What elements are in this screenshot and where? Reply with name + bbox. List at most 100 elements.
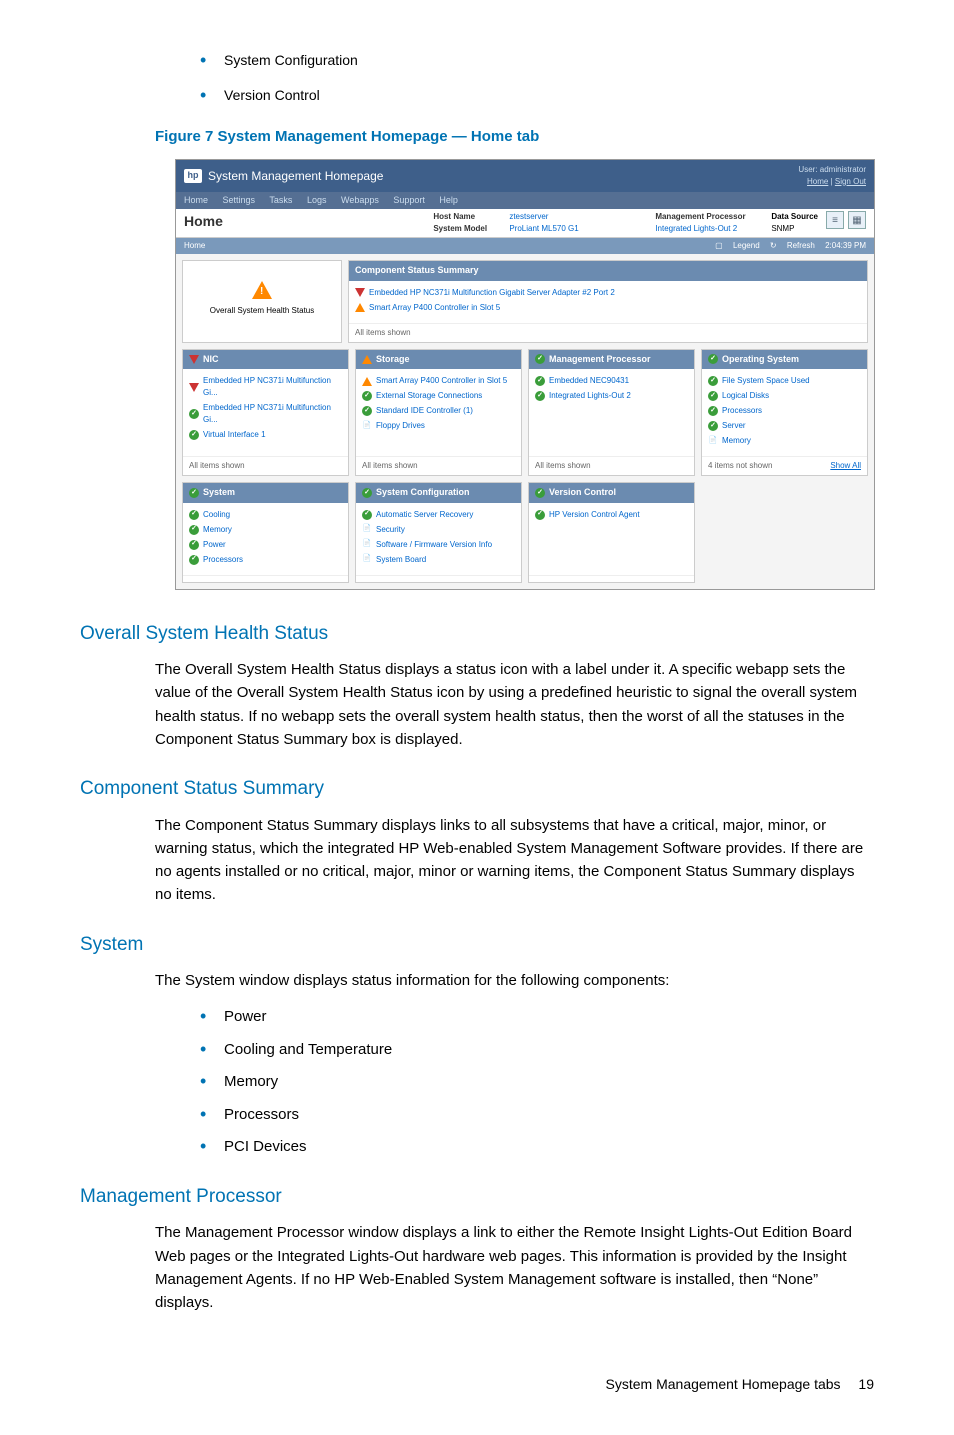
menu-tasks[interactable]: Tasks [269,195,292,205]
panel-item[interactable]: ✓Cooling [189,509,342,521]
refresh-link[interactable]: ↻ Refresh [770,241,815,250]
list-item: Processors [200,1104,894,1127]
panel-item[interactable]: Smart Array P400 Controller in Slot 5 [362,375,515,387]
panel-item-label: Floppy Drives [376,420,425,432]
panel-item[interactable]: 📄 Floppy Drives [362,420,515,432]
section-para-system: The System window displays status inform… [155,969,874,992]
critical-icon [189,383,199,392]
critical-icon [189,355,199,364]
page-title: Home [184,211,433,232]
ok-icon: ✓ [362,391,372,401]
panel-item[interactable]: ✓ External Storage Connections [362,390,515,402]
panel-footer-text: 4 items not shown [708,460,772,472]
panel-item-label: Integrated Lights-Out 2 [549,390,631,402]
summary-item[interactable]: Embedded HP NC371i Multifunction Gigabit… [355,287,861,299]
home-link[interactable]: Home [807,177,828,186]
section-title-system: System [80,931,894,960]
user-info: User: administrator Home | Sign Out [798,164,866,188]
menu-webapps[interactable]: Webapps [341,195,379,205]
panel-version-control: ✓Version Control ✓HP Version Control Agen… [528,482,695,583]
figure-caption: Figure 7 System Management Homepage — Ho… [155,126,894,149]
warning-icon [355,303,365,312]
panel-nic: NIC Embedded HP NC371i Multifunction Gi..… [182,349,349,477]
mgmt-proc-value[interactable]: Integrated Lights-Out 2 [655,223,765,235]
panel-item[interactable]: ✓File System Space Used [708,375,861,387]
panel-item[interactable]: 📄Software / Firmware Version Info [362,539,515,551]
ok-icon: ✓ [708,421,718,431]
show-all-link[interactable]: Show All [830,460,861,472]
footer-text: System Management Homepage tabs [606,1376,841,1392]
panel-footer-text: All items shown [362,460,418,472]
page-header: Home Host Name ztestserver Management Pr… [176,209,874,238]
menu-settings[interactable]: Settings [223,195,256,205]
panel-item[interactable]: ✓Memory [189,524,342,536]
doc-icon: 📄 [362,555,372,565]
panel-item-label: Memory [722,435,751,447]
menu-help[interactable]: Help [439,195,458,205]
warning-icon [362,377,372,386]
panel-item[interactable]: ✓Automatic Server Recovery [362,509,515,521]
panel-item[interactable]: 📄 System Board [362,554,515,566]
panel-item-label: System Board [376,554,426,566]
legend-link[interactable]: ▢ Legend [715,241,759,250]
panel-item[interactable]: ✓Server [708,420,861,432]
warning-icon [252,281,272,299]
summary-item[interactable]: Smart Array P400 Controller in Slot 5 [355,302,861,314]
overall-health-box: Overall System Health Status [182,260,342,343]
signout-link[interactable]: Sign Out [835,177,866,186]
panel-item[interactable]: ✓Standard IDE Controller (1) [362,405,515,417]
view-list-icon[interactable]: ≡ [826,211,844,229]
panel-item-label: External Storage Connections [376,390,482,402]
panel-item[interactable]: ✓Power [189,539,342,551]
system-model-value: ProLiant ML570 G1 [509,223,649,235]
panel-item-label: Processors [203,554,243,566]
ok-icon: ✓ [708,406,718,416]
ok-icon: ✓ [189,510,199,520]
section-title-css: Component Status Summary [80,775,894,804]
panel-item[interactable]: ✓ Processors [708,405,861,417]
ok-icon: ✓ [535,510,545,520]
list-item: Cooling and Temperature [200,1039,894,1062]
data-source-label: Data Source [771,211,818,223]
component-status-summary-box: Component Status Summary Embedded HP NC3… [348,260,868,343]
panel-system-configuration: ✓System Configuration✓Automatic Server R… [355,482,522,583]
panel-item[interactable]: ✓ Integrated Lights-Out 2 [535,390,688,402]
app-title: System Management Homepage [208,167,383,185]
panel-header: NIC [183,350,348,370]
panel-item[interactable]: ✓Logical Disks [708,390,861,402]
panel-item[interactable]: Embedded HP NC371i Multifunction Gi... [189,375,342,399]
panel-item[interactable]: 📄Security [362,524,515,536]
ok-icon: ✓ [362,488,372,498]
ok-icon: ✓ [189,525,199,535]
app-titlebar: hp System Management Homepage User: admi… [176,160,874,192]
panel-item-label: Smart Array P400 Controller in Slot 5 [376,375,507,387]
menu-home[interactable]: Home [184,195,208,205]
ok-icon: ✓ [708,354,718,364]
intro-list: System Configuration Version Control [200,50,894,106]
panel-item-label: Processors [722,405,762,417]
panel-item[interactable]: 📄Memory [708,435,861,447]
intro-item: Version Control [200,85,894,106]
ok-icon: ✓ [535,391,545,401]
doc-icon: 📄 [362,421,372,431]
menu-logs[interactable]: Logs [307,195,327,205]
panel-item[interactable]: ✓Embedded HP NC371i Multifunction Gi... [189,402,342,426]
panel-item-label: Embedded NEC90431 [549,375,629,387]
summary-item-label: Embedded HP NC371i Multifunction Gigabit… [369,287,615,299]
panel-item-label: Logical Disks [722,390,769,402]
panel-item[interactable]: ✓Processors [189,554,342,566]
panel-item[interactable]: ✓HP Version Control Agent [535,509,688,521]
data-source: Data Source SNMP [771,211,818,235]
panel-system: ✓System✓Cooling✓Memory✓Power✓Processors [182,482,349,583]
view-grid-icon[interactable]: ▦ [848,211,866,229]
system-model-label: System Model [433,223,503,235]
panel-item-label: Power [203,539,226,551]
menu-support[interactable]: Support [393,195,425,205]
panel-item[interactable]: ✓Embedded NEC90431 [535,375,688,387]
overall-health-label: Overall System Health Status [191,305,333,317]
breadcrumb-bar: Home ▢ Legend ↻ Refresh 2:04:39 PM [176,238,874,254]
panel-item[interactable]: ✓Virtual Interface 1 [189,429,342,441]
panel-header: Storage [356,350,521,370]
time-label: 2:04:39 PM [825,241,866,250]
panel-header: ✓Version Control [529,483,694,503]
